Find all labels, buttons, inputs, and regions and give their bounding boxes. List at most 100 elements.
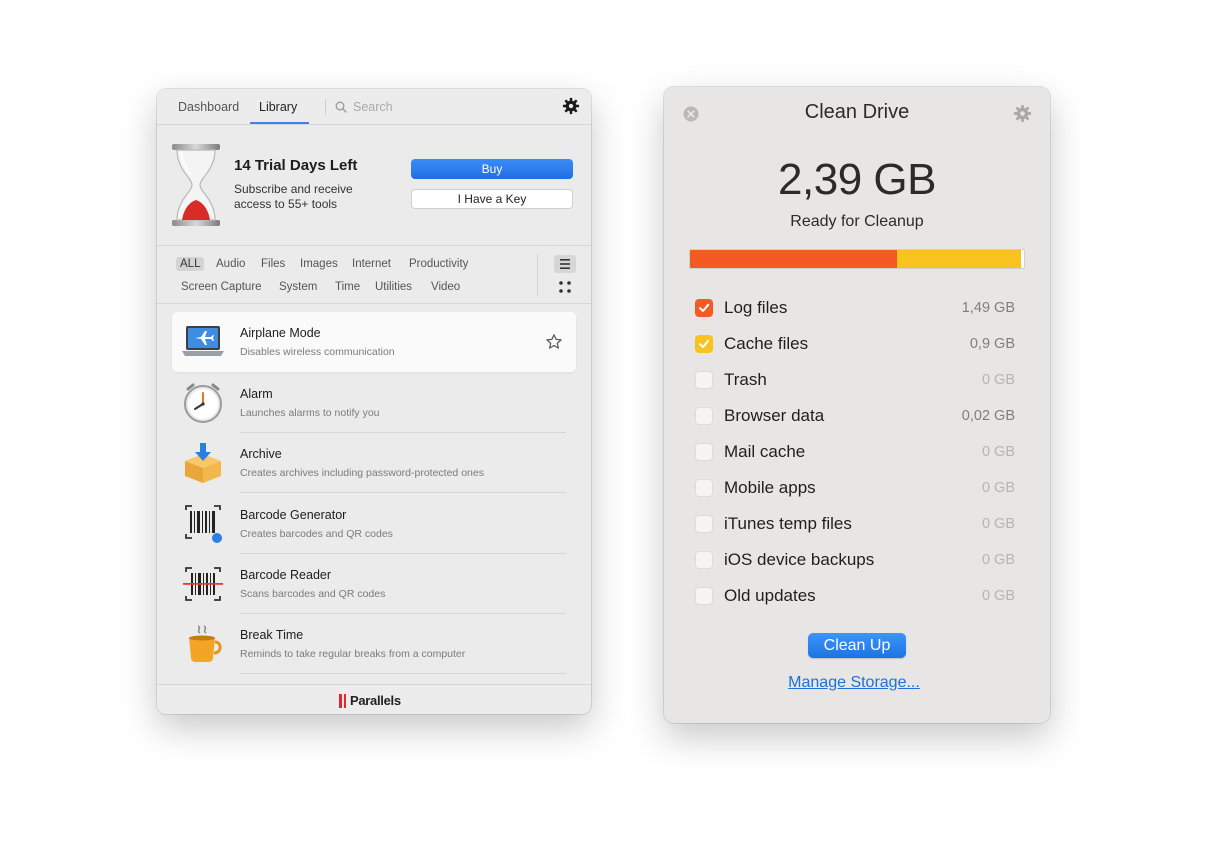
toolbox-header: Dashboard Library [157,89,591,125]
cleanup-category-row[interactable]: iTunes temp files 0 GB [695,512,1015,536]
filter-images[interactable]: Images [300,258,338,270]
cleanup-category-row[interactable]: Mobile apps 0 GB [695,476,1015,500]
category-label: Mail cache [724,442,806,461]
toolbox-window: Dashboard Library Search 14 Trial Days L… [157,89,591,714]
cleanup-category-row[interactable]: iOS device backups 0 GB [695,548,1015,572]
search-input[interactable] [353,100,503,114]
cleanup-category-row[interactable]: Trash 0 GB [695,368,1015,392]
window-title: Clean Drive [804,101,910,123]
cleanup-category-row[interactable]: Cache files 0,9 GB [695,332,1015,356]
cleanup-category-row[interactable]: Mail cache 0 GB [695,440,1015,464]
category-checkbox[interactable] [695,587,713,605]
category-size: 0 GB [981,372,1015,388]
tool-description: Creates barcodes and QR codes [240,528,393,540]
usage-segment-log-files [690,250,898,268]
filter-screen-capture[interactable]: Screen Capture [181,281,262,293]
cleanup-category-row[interactable]: Log files 1,49 GB [695,296,1015,320]
tool-name: Alarm [240,387,273,401]
tool-name: Airplane Mode [240,326,321,340]
category-label: Browser data [724,406,825,425]
trial-banner: 14 Trial Days Left Subscribe and receive… [157,126,591,246]
row-divider [240,492,566,493]
cleanup-category-row[interactable]: Browser data 0,02 GB [695,404,1015,428]
category-checkbox[interactable] [695,299,713,317]
header-divider [325,99,326,115]
category-checkbox[interactable] [695,551,713,569]
category-label: iTunes temp files [724,514,852,533]
manage-storage-link[interactable]: Manage Storage... [664,674,1044,692]
buy-button[interactable]: Buy [411,159,573,179]
parallels-logo: Parallels [339,693,401,708]
category-label: Cache files [724,334,809,353]
trial-title: 14 Trial Days Left [234,157,358,174]
category-label: Trash [724,370,767,389]
category-checkbox[interactable] [695,515,713,533]
tool-description: Reminds to take regular breaks from a co… [240,648,466,660]
tool-airplane-mode[interactable]: Airplane Mode Disables wireless communic… [172,312,576,372]
checkmark-icon [699,339,710,348]
checkmark-icon [699,303,710,312]
category-size: 0 GB [981,552,1015,568]
barcode-reader-icon [183,567,223,601]
filter-video[interactable]: Video [431,281,460,293]
tool-name: Barcode Reader [240,568,332,582]
category-checkbox[interactable] [695,407,713,425]
search-box[interactable] [335,97,503,117]
cleanup-category-row[interactable]: Old updates 0 GB [695,584,1015,608]
tool-break-time[interactable]: Break Time Reminds to take regular break… [172,614,576,674]
tab-dashboard[interactable]: Dashboard [178,100,239,114]
tool-barcode-generator[interactable]: Barcode Generator Creates barcodes and Q… [172,494,576,554]
settings-gear-icon[interactable] [562,97,580,115]
category-checkbox[interactable] [695,371,713,389]
category-filters: ALL Audio Files Images Internet Producti… [157,247,591,304]
filter-system[interactable]: System [279,281,317,293]
category-checkbox[interactable] [695,479,713,497]
trial-subtitle: Subscribe and receive access to 55+ tool… [234,182,353,211]
coffee-cup-icon [189,625,222,662]
tool-alarm[interactable]: Alarm Launches alarms to notify you [172,373,576,433]
tool-description: Creates archives including password-prot… [240,467,484,479]
have-key-button[interactable]: I Have a Key [411,189,573,209]
filter-audio[interactable]: Audio [216,258,245,270]
alarm-clock-icon [184,383,222,423]
parallels-brand-text: Parallels [350,693,401,708]
view-toggle-divider [537,254,538,296]
filter-time[interactable]: Time [335,281,360,293]
category-size: 1,49 GB [961,300,1015,316]
tool-name: Break Time [240,628,304,642]
tool-list: Airplane Mode Disables wireless communic… [157,305,591,683]
tool-name: Archive [240,447,282,461]
toolbox-footer: Parallels [157,684,591,714]
list-view-icon[interactable] [554,255,576,273]
search-icon [335,101,347,113]
favorite-star-icon[interactable] [545,333,563,351]
grid-view-icon[interactable] [557,279,573,295]
usage-segment-cache-files [897,250,1021,268]
parallels-bars-icon [339,693,347,708]
filter-utilities[interactable]: Utilities [375,281,412,293]
archive-box-icon [185,443,221,483]
clean-drive-window: Clean Drive 2,39 GB Ready for Cleanup Cl… [664,87,1050,723]
category-size: 0 GB [981,588,1015,604]
category-checkbox[interactable] [695,443,713,461]
filter-internet[interactable]: Internet [352,258,391,270]
clean-up-button[interactable]: Clean Up [808,633,906,658]
filter-files[interactable]: Files [261,258,285,270]
tool-barcode-reader[interactable]: Barcode Reader Scans barcodes and QR cod… [172,554,576,614]
tool-description: Scans barcodes and QR codes [240,588,386,600]
settings-gear-icon[interactable] [1013,104,1032,123]
category-size: 0,9 GB [969,336,1015,352]
category-label: iOS device backups [724,550,875,569]
tab-library[interactable]: Library [259,100,297,114]
tool-archive[interactable]: Archive Creates archives including passw… [172,433,576,493]
filter-all[interactable]: ALL [176,257,205,271]
category-size: 0 GB [981,516,1015,532]
cleanup-status: Ready for Cleanup [790,213,924,230]
storage-usage-bar [689,249,1025,269]
category-size: 0,02 GB [961,408,1015,424]
tool-description: Launches alarms to notify you [240,407,380,419]
row-divider [240,673,566,674]
category-checkbox[interactable] [695,335,713,353]
filter-productivity[interactable]: Productivity [409,258,468,270]
category-size: 0 GB [981,480,1015,496]
